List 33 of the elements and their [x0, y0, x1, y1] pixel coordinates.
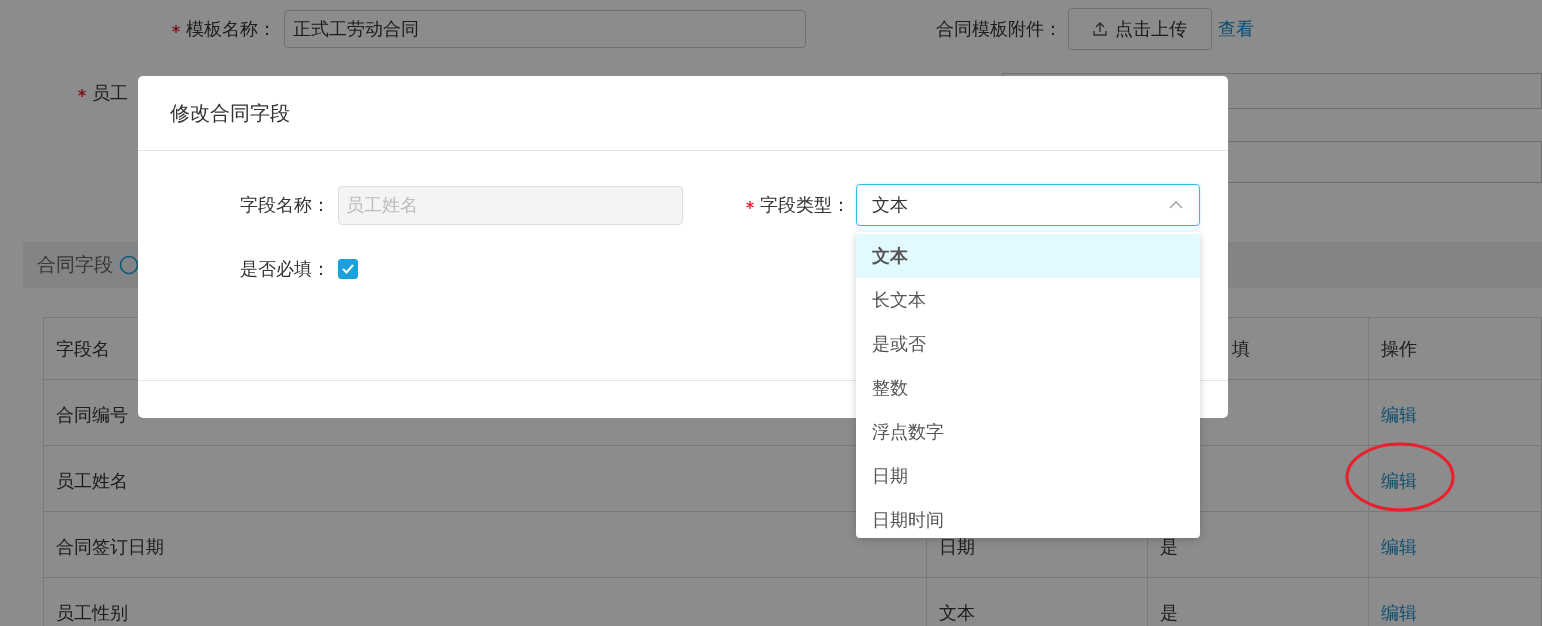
- input-field[interactable]: 正式工劳动合同: [284, 10, 806, 48]
- column-header: 填: [1232, 337, 1250, 359]
- field-label: 员工: [92, 82, 128, 103]
- upload-button[interactable]: 点击上传: [1068, 8, 1212, 50]
- table-cell: 合同签订日期: [56, 535, 164, 557]
- table-cell: 日期: [939, 535, 975, 557]
- dropdown-option[interactable]: 长文本: [856, 278, 1200, 322]
- table-cell: 员工性别: [56, 601, 128, 623]
- select-field[interactable]: 文本: [856, 184, 1200, 226]
- dropdown-option[interactable]: 文本: [856, 234, 1200, 278]
- table-cell: 是: [1160, 535, 1178, 557]
- table-cell: 合同编号: [56, 403, 128, 425]
- table-cell: 员工姓名: [56, 469, 128, 491]
- field-label: 字段名称：: [240, 194, 330, 215]
- dropdown-option[interactable]: 是或否: [856, 322, 1200, 366]
- help-icon: [119, 255, 139, 275]
- dropdown-option[interactable]: 整数: [856, 366, 1200, 410]
- table-cell: 是: [1160, 601, 1178, 623]
- dropdown-option[interactable]: 日期: [856, 454, 1200, 498]
- section-title: 合同字段: [37, 252, 113, 277]
- field-label: 是否必填：: [240, 258, 330, 279]
- caret-icon: [1169, 201, 1183, 209]
- field-label: 合同模板附件：: [936, 18, 1062, 39]
- dialog-title: 修改合同字段: [170, 99, 290, 127]
- checkmark-icon: [341, 263, 355, 275]
- field-label: 模板名称：: [186, 18, 276, 39]
- column-header: 字段名: [56, 337, 110, 359]
- checkbox[interactable]: [338, 259, 358, 279]
- dropdown-option[interactable]: 浮点数字: [856, 410, 1200, 454]
- upload-icon: [1093, 22, 1107, 36]
- field-label: 字段类型：: [760, 194, 850, 215]
- table-cell: 文本: [939, 601, 975, 623]
- column-header: 操作: [1381, 337, 1417, 359]
